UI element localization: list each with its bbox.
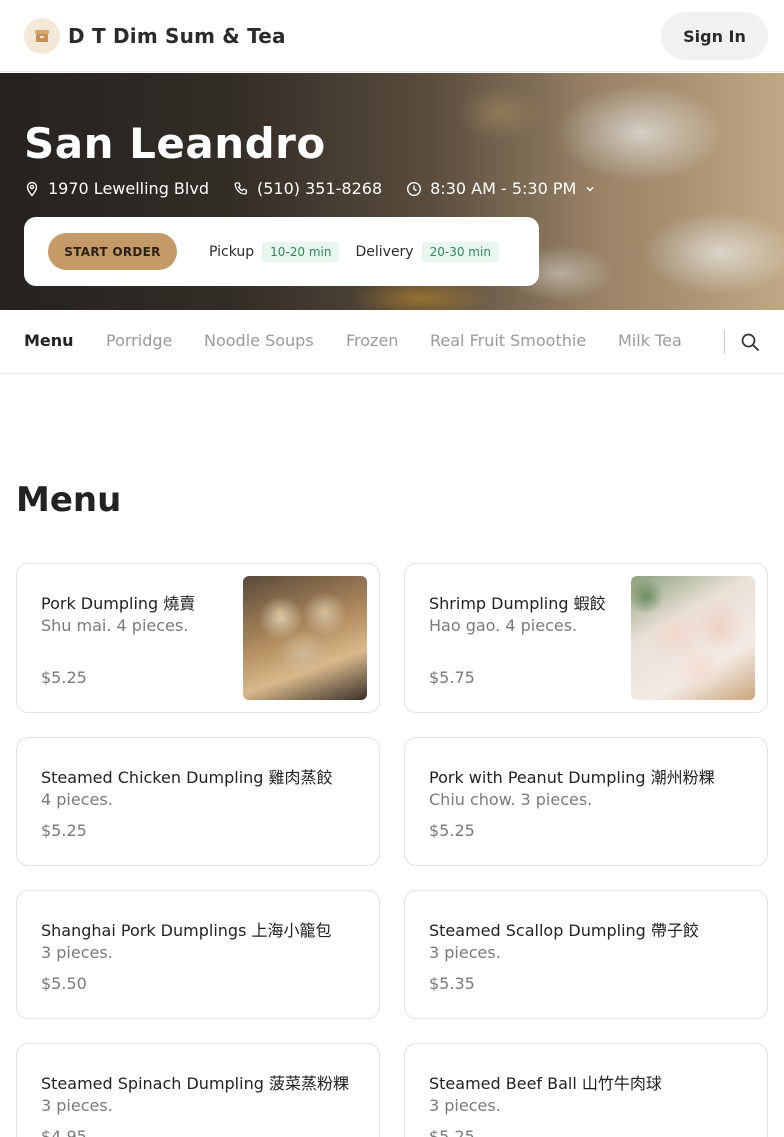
hours-dropdown[interactable]: 8:30 AM - 5:30 PM [406, 179, 596, 198]
order-card: START ORDER Pickup 10-20 min Delivery 20… [24, 217, 539, 286]
nav-divider [724, 330, 725, 354]
delivery-eta-badge: 20-30 min [421, 241, 499, 262]
pickup-option[interactable]: Pickup 10-20 min [209, 241, 340, 262]
menu-item-name: Steamed Spinach Dumpling 菠菜蒸粉粿 [41, 1074, 349, 1093]
location-title: San Leandro [24, 119, 326, 168]
menu-item-card[interactable]: Shrimp Dumpling 蝦餃 Hao gao. 4 pieces. $5… [404, 563, 768, 713]
pickup-eta-badge: 10-20 min [262, 241, 340, 262]
phone-text: (510) 351-8268 [256, 179, 383, 198]
hero-banner: San Leandro 1970 Lewelling Blvd (510) 35… [0, 73, 784, 310]
store-icon [24, 18, 60, 54]
store-info-row: 1970 Lewelling Blvd (510) 351-8268 8:30 … [24, 179, 620, 198]
delivery-label: Delivery [355, 243, 414, 260]
delivery-option[interactable]: Delivery 20-30 min [355, 241, 499, 262]
menu-item-price: $4.95 [41, 1127, 87, 1137]
menu-item-description: Shu mai. 4 pieces. [41, 616, 189, 635]
tab-noodle-soups[interactable]: Noodle Soups [204, 331, 314, 350]
menu-item-price: $5.35 [429, 974, 475, 993]
menu-item-price: $5.50 [41, 974, 87, 993]
menu-item-card[interactable]: Steamed Spinach Dumpling 菠菜蒸粉粿 3 pieces.… [16, 1043, 380, 1137]
address[interactable]: 1970 Lewelling Blvd [24, 179, 209, 198]
start-order-button[interactable]: START ORDER [48, 233, 177, 270]
menu-item-name: Pork with Peanut Dumpling 潮州粉粿 [429, 768, 715, 787]
menu-item-card[interactable]: Pork Dumpling 燒賣 Shu mai. 4 pieces. $5.2… [16, 563, 380, 713]
search-icon[interactable] [738, 330, 762, 354]
menu-item-price: $5.25 [429, 1127, 475, 1137]
tab-porridge[interactable]: Porridge [106, 331, 172, 350]
menu-item-name: Pork Dumpling 燒賣 [41, 594, 196, 613]
menu-item-name: Steamed Beef Ball 山竹牛肉球 [429, 1074, 662, 1093]
menu-item-name: Steamed Chicken Dumpling 雞肉蒸餃 [41, 768, 333, 787]
menu-item-card[interactable]: Pork with Peanut Dumpling 潮州粉粿 Chiu chow… [404, 737, 768, 866]
menu-item-name: Shrimp Dumpling 蝦餃 [429, 594, 606, 613]
hours-text: 8:30 AM - 5:30 PM [430, 179, 577, 198]
menu-item-description: 3 pieces. [41, 1096, 113, 1115]
menu-item-price: $5.25 [429, 821, 475, 840]
menu-item-description: 4 pieces. [41, 790, 113, 809]
top-bar: D T Dim Sum & Tea Sign In [0, 0, 784, 72]
address-text: 1970 Lewelling Blvd [48, 179, 209, 198]
menu-item-photo [631, 576, 755, 700]
menu-item-photo [243, 576, 367, 700]
phone[interactable]: (510) 351-8268 [233, 179, 382, 198]
menu-item-description: Hao gao. 4 pieces. [429, 616, 578, 635]
menu-item-card[interactable]: Shanghai Pork Dumplings 上海小籠包 3 pieces. … [16, 890, 380, 1019]
menu-item-description: Chiu chow. 3 pieces. [429, 790, 593, 809]
menu-item-name: Steamed Scallop Dumpling 帶子餃 [429, 921, 699, 940]
phone-icon [234, 181, 247, 195]
menu-item-price: $5.25 [41, 821, 87, 840]
tab-frozen[interactable]: Frozen [346, 331, 398, 350]
menu-section-title: Menu [16, 480, 122, 520]
menu-item-description: 3 pieces. [429, 1096, 501, 1115]
brand-name: D T Dim Sum & Tea [68, 24, 286, 48]
menu-item-description: 3 pieces. [41, 943, 113, 962]
menu-item-price: $5.75 [429, 668, 475, 687]
sign-in-button[interactable]: Sign In [661, 12, 768, 60]
category-nav: Menu Porridge Noodle Soups Frozen Real F… [0, 310, 784, 374]
tab-milk-tea[interactable]: Milk Tea [618, 331, 682, 350]
chevron-down-icon [586, 186, 594, 192]
menu-item-price: $5.25 [41, 668, 87, 687]
clock-icon [407, 181, 422, 196]
tab-real-fruit-smoothie[interactable]: Real Fruit Smoothie [430, 331, 586, 350]
menu-item-name: Shanghai Pork Dumplings 上海小籠包 [41, 921, 332, 940]
pickup-label: Pickup [209, 243, 255, 260]
menu-item-card[interactable]: Steamed Chicken Dumpling 雞肉蒸餃 4 pieces. … [16, 737, 380, 866]
menu-item-card[interactable]: Steamed Beef Ball 山竹牛肉球 3 pieces. $5.25 [404, 1043, 768, 1137]
map-pin-icon [26, 181, 38, 197]
brand[interactable]: D T Dim Sum & Tea [24, 18, 286, 54]
tab-menu[interactable]: Menu [24, 331, 74, 350]
menu-item-description: 3 pieces. [429, 943, 501, 962]
menu-item-card[interactable]: Steamed Scallop Dumpling 帶子餃 3 pieces. $… [404, 890, 768, 1019]
